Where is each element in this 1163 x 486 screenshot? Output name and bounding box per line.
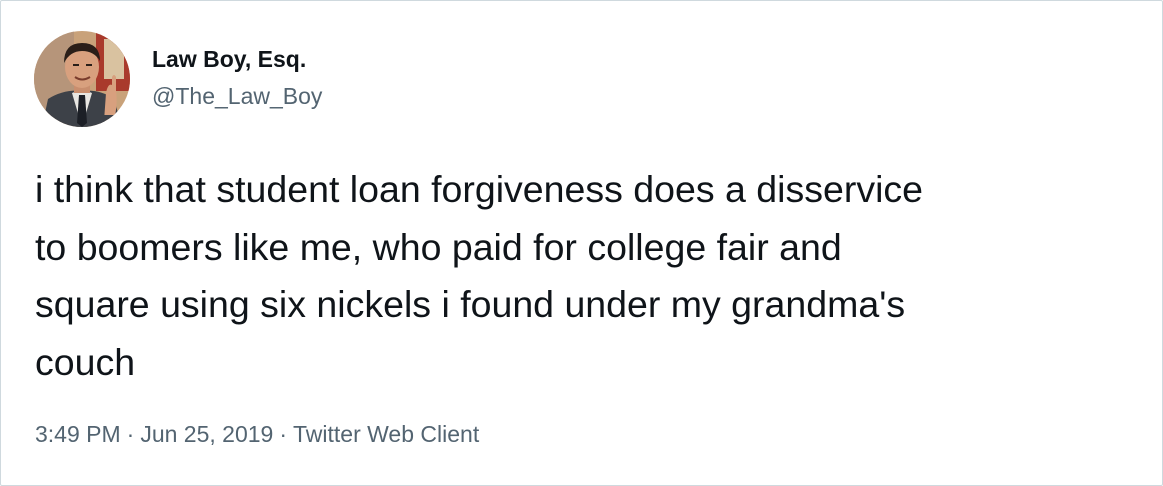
display-name[interactable]: Law Boy, Esq. (152, 45, 322, 73)
meta-separator: · (279, 421, 288, 447)
avatar[interactable] (34, 31, 130, 127)
tweet-card: Law Boy, Esq. @The_Law_Boy i think that … (0, 0, 1163, 486)
meta-separator: · (126, 421, 135, 447)
tweet-meta: 3:49 PM · Jun 25, 2019 · Twitter Web Client (35, 419, 479, 449)
author-names: Law Boy, Esq. @The_Law_Boy (152, 45, 322, 110)
tweet-time[interactable]: 3:49 PM (35, 421, 121, 447)
tweet-text: i think that student loan forgiveness do… (35, 168, 924, 383)
tweet-header: Law Boy, Esq. @The_Law_Boy (34, 31, 322, 127)
tweet-source[interactable]: Twitter Web Client (293, 421, 479, 447)
tweet-date[interactable]: Jun 25, 2019 (140, 421, 273, 447)
user-handle[interactable]: @The_Law_Boy (152, 82, 322, 110)
avatar-image (34, 31, 130, 127)
